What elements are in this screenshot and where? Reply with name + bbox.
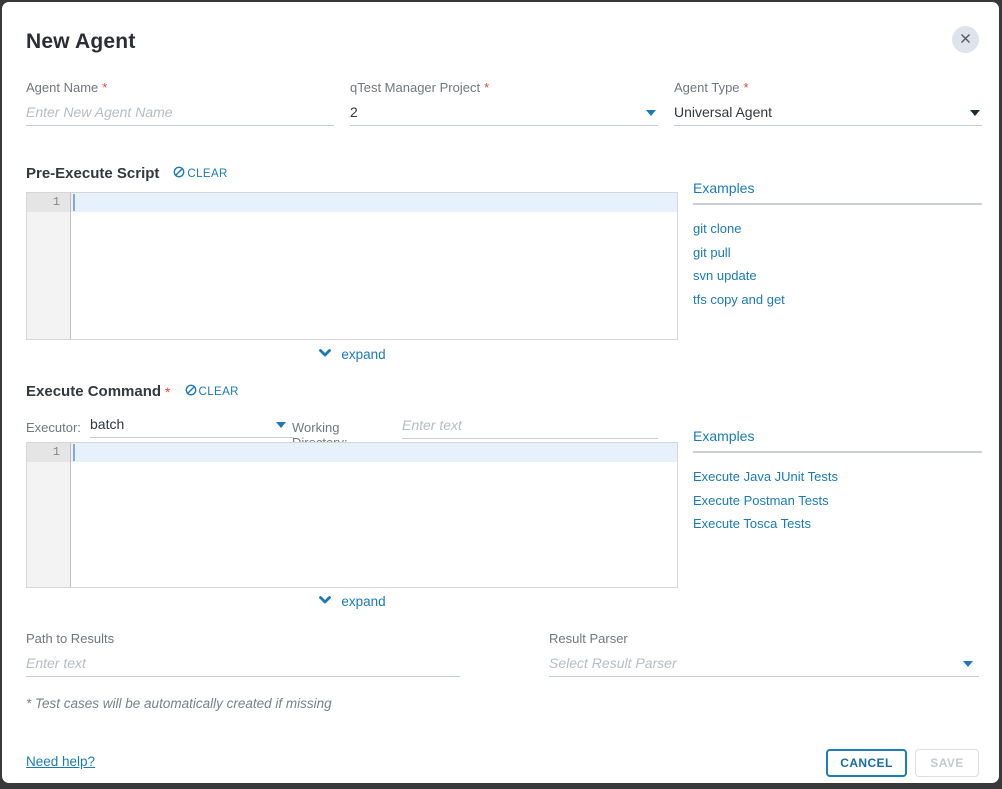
close-button[interactable] — [952, 26, 979, 53]
chevron-down-icon — [318, 345, 332, 363]
editor-gutter: 1 — [27, 193, 71, 339]
editor-code-area[interactable] — [71, 443, 677, 587]
active-line — [71, 443, 677, 462]
expand-label: expand — [341, 347, 385, 362]
line-number: 1 — [27, 193, 70, 212]
required-asterisk: * — [744, 80, 749, 95]
chevron-down-icon — [963, 661, 973, 667]
project-field: qTest Manager Project* 2 — [350, 80, 658, 126]
editor-gutter: 1 — [27, 443, 71, 587]
example-link-git-pull[interactable]: git pull — [693, 245, 982, 260]
agent-name-input[interactable] — [26, 98, 334, 126]
agent-type-value: Universal Agent — [674, 104, 772, 120]
chevron-down-icon — [646, 110, 656, 116]
close-icon — [959, 32, 972, 48]
path-to-results-input[interactable] — [26, 649, 460, 677]
example-link-tosca[interactable]: Execute Tosca Tests — [693, 516, 982, 531]
result-parser-select[interactable]: Select Result Parser — [549, 649, 979, 677]
clear-label: CLEAR — [199, 386, 239, 398]
agent-name-field: Agent Name* — [26, 80, 334, 126]
expand-label: expand — [341, 594, 385, 609]
clear-icon — [173, 166, 185, 181]
example-link-tfs-copy[interactable]: tfs copy and get — [693, 292, 982, 307]
agent-type-field: Agent Type* Universal Agent — [674, 80, 982, 126]
result-parser-field: Result Parser Select Result Parser — [549, 631, 979, 677]
pre-execute-clear-button[interactable]: CLEAR — [173, 166, 227, 181]
required-asterisk: * — [165, 384, 170, 400]
path-to-results-field: Path to Results — [26, 631, 460, 677]
pre-execute-expand-link[interactable]: expand — [26, 345, 678, 363]
auto-create-note: * Test cases will be automatically creat… — [26, 696, 332, 711]
examples-title: Examples — [693, 180, 982, 205]
result-parser-placeholder: Select Result Parser — [549, 655, 677, 671]
required-asterisk: * — [484, 80, 489, 95]
dialog-title: New Agent — [26, 30, 136, 54]
agent-type-label: Agent Type* — [674, 80, 982, 95]
example-link-svn-update[interactable]: svn update — [693, 268, 982, 283]
save-button[interactable]: SAVE — [915, 749, 979, 777]
editor-code-area[interactable] — [71, 193, 677, 339]
pre-execute-script-editor[interactable]: 1 — [26, 192, 678, 340]
execute-clear-button[interactable]: CLEAR — [185, 384, 239, 399]
example-link-git-clone[interactable]: git clone — [693, 221, 982, 236]
chevron-down-icon — [970, 110, 980, 116]
clear-label: CLEAR — [187, 168, 227, 180]
example-link-junit[interactable]: Execute Java JUnit Tests — [693, 469, 982, 484]
executor-select[interactable]: batch — [90, 410, 294, 438]
result-parser-label: Result Parser — [549, 631, 979, 646]
working-directory-input[interactable] — [402, 411, 658, 439]
executor-label: Executor: — [26, 420, 81, 435]
new-agent-dialog: New Agent Agent Name* qTest Manager Proj… — [2, 2, 999, 783]
agent-name-label: Agent Name* — [26, 80, 334, 95]
project-value: 2 — [350, 104, 358, 120]
execute-expand-link[interactable]: expand — [26, 592, 678, 610]
line-number: 1 — [27, 443, 70, 462]
required-asterisk: * — [102, 80, 107, 95]
chevron-down-icon — [276, 422, 286, 428]
chevron-down-icon — [318, 592, 332, 610]
examples-title: Examples — [693, 428, 982, 453]
pre-execute-section-header: Pre-Execute Script CLEAR — [26, 165, 228, 182]
executor-value: batch — [90, 416, 124, 432]
clear-icon — [185, 384, 197, 399]
example-link-postman[interactable]: Execute Postman Tests — [693, 493, 982, 508]
execute-command-section-header: Execute Command * CLEAR — [26, 383, 239, 400]
text-caret — [73, 444, 75, 461]
path-to-results-label: Path to Results — [26, 631, 460, 646]
text-caret — [73, 194, 75, 211]
project-select[interactable]: 2 — [350, 98, 658, 126]
cancel-button[interactable]: CANCEL — [826, 749, 907, 777]
need-help-link[interactable]: Need help? — [26, 754, 95, 769]
pre-execute-title: Pre-Execute Script — [26, 165, 159, 182]
execute-command-editor[interactable]: 1 — [26, 442, 678, 588]
execute-examples-panel: Examples Execute Java JUnit Tests Execut… — [693, 428, 982, 540]
pre-execute-examples-panel: Examples git clone git pull svn update t… — [693, 180, 982, 315]
project-label: qTest Manager Project* — [350, 80, 658, 95]
active-line — [71, 193, 677, 212]
execute-command-title: Execute Command — [26, 383, 161, 400]
agent-type-select[interactable]: Universal Agent — [674, 98, 982, 126]
